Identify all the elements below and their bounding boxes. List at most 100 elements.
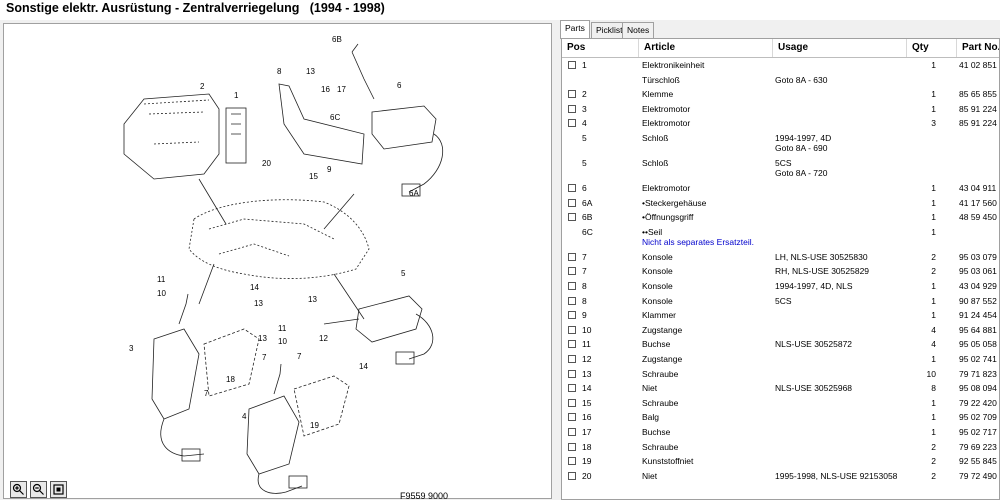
- callout-6c: 6C: [330, 113, 340, 122]
- table-row[interactable]: 6B •Öffnungsgriff 1 48 59 450: [562, 212, 999, 227]
- row-checkbox[interactable]: [568, 413, 576, 422]
- row-checkbox[interactable]: [568, 428, 576, 436]
- cell-pos: 15: [582, 397, 592, 408]
- cell-pos: 6C: [582, 226, 593, 237]
- table-row[interactable]: 20 Niet 1995-1998, NLS-USE 92153058 2 79 72 …: [562, 471, 999, 486]
- row-checkbox[interactable]: [568, 311, 576, 320]
- tab-parts[interactable]: Parts: [560, 20, 590, 39]
- row-checkbox[interactable]: [568, 296, 576, 305]
- column-header-qty[interactable]: Qty: [907, 39, 957, 57]
- table-row[interactable]: 11 Buchse NLS-USE 30525872 4 95 05 058: [562, 339, 999, 354]
- cell-note: Nicht als separates Ersatzteil.: [642, 236, 754, 247]
- cell-usage: LH, NLS-USE 30525830: [775, 251, 868, 262]
- cell-part-no: 92 55 845: [959, 456, 997, 467]
- table-row[interactable]: 6 Elektromotor 1 43 04 911: [562, 183, 999, 198]
- table-row[interactable]: 7 Konsole RH, NLS-USE 30525829 2 95 03 061: [562, 266, 999, 281]
- table-row[interactable]: 9 Klammer 1 91 24 454: [562, 310, 999, 325]
- zoom-out-button[interactable]: [30, 481, 47, 498]
- row-checkbox[interactable]: [568, 384, 576, 393]
- cell-pos: 2: [582, 89, 587, 100]
- table-row[interactable]: 7 Konsole LH, NLS-USE 30525830 2 95 03 079: [562, 251, 999, 267]
- table-row[interactable]: 19 Kunststoffniet 2 92 55 845: [562, 456, 999, 471]
- column-header-pos[interactable]: Pos: [562, 39, 639, 57]
- window-title-bar: Sonstige elektr. Ausrüstung - Zentralver…: [0, 0, 1000, 20]
- row-checkbox[interactable]: [568, 213, 576, 222]
- tab-notes[interactable]: Notes: [622, 22, 655, 38]
- cell-qty: 2: [931, 456, 936, 467]
- table-row[interactable]: 4 Elektromotor 3 85 91 224: [562, 118, 999, 133]
- callout-19: 19: [310, 421, 319, 430]
- row-checkbox[interactable]: [568, 119, 576, 128]
- cell-article: Elektromotor: [642, 103, 691, 114]
- cell-qty: 1: [931, 103, 936, 114]
- table-row[interactable]: 3 Elektromotor 1 85 91 224: [562, 103, 999, 119]
- table-row[interactable]: 1 Elektronikeinheit 1 41 02 851: [562, 60, 999, 75]
- table-row[interactable]: Türschloß Goto 8A - 630: [562, 74, 999, 90]
- row-checkbox[interactable]: [568, 184, 576, 192]
- cell-part-no: 43 04 929: [959, 281, 997, 291]
- column-header-part-no[interactable]: Part No.: [957, 39, 999, 57]
- table-row[interactable]: 5 Schloß 5CS Goto 8A - 720: [562, 158, 999, 183]
- row-checkbox[interactable]: [568, 104, 576, 113]
- callout-11-left: 11: [157, 275, 166, 284]
- row-checkbox[interactable]: [568, 282, 576, 290]
- cell-article: Elektromotor: [642, 183, 691, 193]
- table-row[interactable]: 6C ••Seil Nicht als separates Ersatzteil. 1: [562, 226, 999, 252]
- column-header-usage[interactable]: Usage: [773, 39, 907, 57]
- row-checkbox[interactable]: [568, 325, 576, 334]
- cell-pos: 7: [582, 266, 587, 277]
- cell-part-no: 79 69 223: [959, 441, 997, 452]
- table-row[interactable]: 16 Balg 1 95 02 709: [562, 412, 999, 427]
- row-checkbox[interactable]: [568, 369, 576, 378]
- cell-article: •Steckergehäuse: [642, 197, 707, 208]
- row-checkbox[interactable]: [568, 398, 576, 407]
- row-checkbox[interactable]: [568, 90, 576, 99]
- cell-qty: 10: [926, 368, 936, 379]
- cell-qty: 3: [931, 118, 936, 129]
- row-checkbox[interactable]: [568, 442, 576, 451]
- table-row[interactable]: 8 Konsole 5CS 1 90 87 552: [562, 296, 999, 311]
- row-checkbox[interactable]: [568, 61, 576, 69]
- zoom-in-button[interactable]: [10, 481, 27, 498]
- row-checkbox[interactable]: [568, 198, 576, 207]
- cell-usage: RH, NLS-USE 30525829: [775, 266, 870, 277]
- cell-pos: 8: [582, 281, 587, 291]
- callout-6a: 6A: [409, 189, 419, 198]
- table-row[interactable]: 17 Buchse 1 95 02 717: [562, 427, 999, 442]
- cell-part-no: 41 02 851: [959, 60, 997, 70]
- fit-view-button[interactable]: [50, 481, 67, 498]
- table-row[interactable]: 6A •Steckergehäuse 1 41 17 560: [562, 197, 999, 213]
- row-checkbox[interactable]: [568, 340, 576, 349]
- callout-13-mid: 13: [258, 334, 267, 343]
- table-header: Pos Article Usage Qty Part No.: [562, 39, 999, 58]
- table-row[interactable]: 8 Konsole 1994-1997, 4D, NLS 1 43 04 929: [562, 281, 999, 296]
- cell-part-no: 48 59 450: [959, 212, 997, 223]
- table-row[interactable]: 15 Schraube 1 79 22 420: [562, 397, 999, 413]
- cell-pos: 12: [582, 354, 592, 364]
- row-checkbox[interactable]: [568, 267, 576, 276]
- parts-table: Pos Article Usage Qty Part No. 1 Elektron…: [561, 38, 1000, 500]
- cell-article: Türschloß: [642, 74, 680, 85]
- cell-usage: Goto 8A - 630: [775, 74, 828, 85]
- callout-14-right: 14: [359, 362, 368, 371]
- callout-5: 5: [401, 269, 406, 278]
- row-checkbox[interactable]: [568, 471, 576, 480]
- drawing-reference: F9559 9000: [400, 491, 449, 500]
- row-checkbox[interactable]: [568, 252, 576, 261]
- cell-qty: 1: [931, 89, 936, 100]
- table-row[interactable]: 12 Zugstange 1 95 02 741: [562, 354, 999, 369]
- cell-article: Schraube: [642, 397, 679, 408]
- table-row[interactable]: 13 Schraube 10 79 71 823: [562, 368, 999, 384]
- cell-article: Elektronikeinheit: [642, 60, 705, 70]
- cell-article: Schraube: [642, 368, 679, 379]
- table-row[interactable]: 10 Zugstange 4 95 64 881: [562, 325, 999, 340]
- exploded-drawing[interactable]: 2 1 8 13 6B 16 17 6 6C 20 9 15 6A 11 10 …: [3, 23, 552, 500]
- row-checkbox[interactable]: [568, 355, 576, 363]
- table-row[interactable]: 18 Schraube 2 79 69 223: [562, 441, 999, 457]
- table-row[interactable]: 2 Klemme 1 85 65 855: [562, 89, 999, 104]
- table-row[interactable]: 5 Schloß 1994-1997, 4D Goto 8A - 690: [562, 133, 999, 158]
- column-header-article[interactable]: Article: [639, 39, 773, 57]
- table-row[interactable]: 14 Niet NLS-USE 30525968 8 95 08 094: [562, 383, 999, 398]
- row-checkbox[interactable]: [568, 457, 576, 466]
- cell-article: Konsole: [642, 281, 673, 291]
